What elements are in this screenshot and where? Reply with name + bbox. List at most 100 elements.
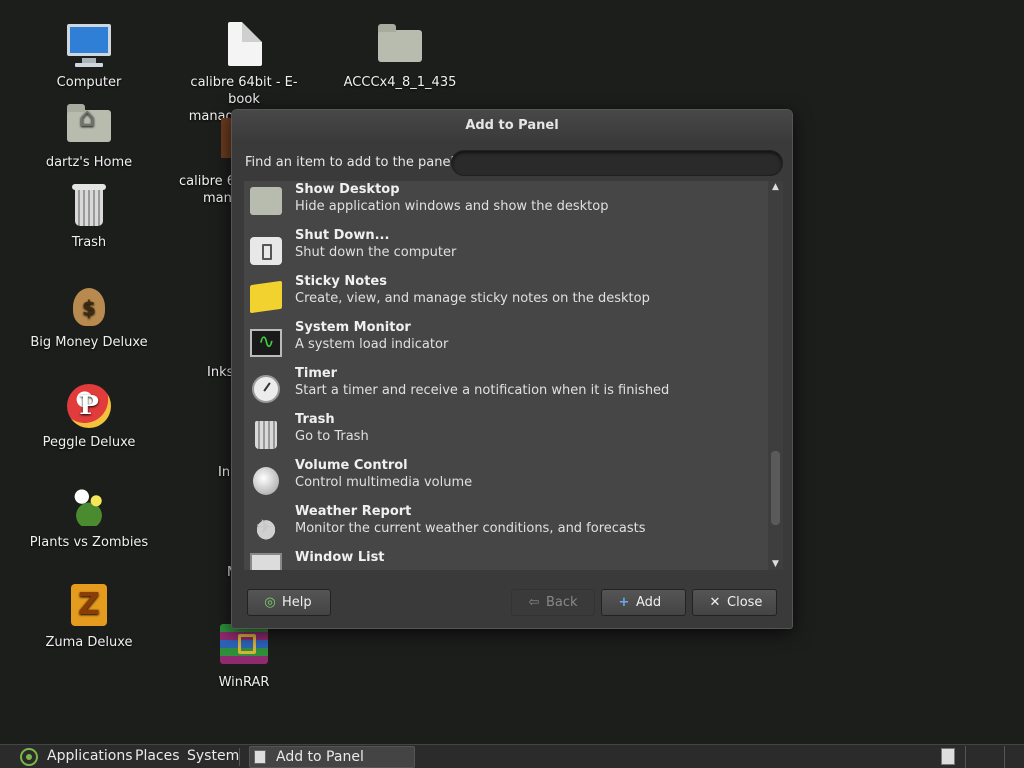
item-description: Control multimedia volume <box>295 475 473 490</box>
panel-separator <box>239 748 241 766</box>
scroll-thumb[interactable] <box>771 451 780 525</box>
item-description: Hide application windows and show the de… <box>295 199 609 214</box>
window-icon <box>254 750 266 764</box>
desktop-icon-plants-vs-zombies[interactable]: Plants vs Zombies <box>24 482 154 551</box>
zuma-icon: Z <box>65 582 113 630</box>
item-description: A system load indicator <box>295 337 449 352</box>
desktop-icon-label: Big Money Deluxe <box>30 335 148 350</box>
desktop-icon-acccx4[interactable]: ACCCx4_8_1_435 <box>335 22 465 91</box>
item-name: Timer <box>295 366 338 381</box>
scroll-down-arrow-icon[interactable]: ▼ <box>768 558 783 570</box>
list-item[interactable]: Trash Go to Trash <box>244 411 768 457</box>
desktop-icon-label: WinRAR <box>218 675 270 690</box>
add-button-label: Add <box>636 595 662 610</box>
workspace-divider <box>965 746 966 768</box>
desktop-icon-partial-m[interactable]: M <box>218 564 238 581</box>
trash-icon <box>255 421 277 449</box>
distro-logo-icon[interactable] <box>20 748 38 766</box>
item-description: Start a timer and receive a notification… <box>295 383 670 398</box>
list-item[interactable]: Shut Down... Shut down the computer <box>244 227 768 273</box>
item-name: Volume Control <box>295 458 408 473</box>
desktop-icon-partial-in[interactable]: In <box>210 464 230 481</box>
window-list-icon <box>250 553 282 570</box>
close-button[interactable]: ✕ Close <box>692 589 777 616</box>
item-name: Trash <box>295 412 335 427</box>
close-button-label: Close <box>727 595 763 610</box>
add-to-panel-dialog: Add to Panel Find an item to add to the … <box>231 109 793 629</box>
desktop-icon-computer[interactable]: Computer <box>24 22 154 91</box>
add-plus-icon: + <box>618 595 630 610</box>
shutdown-icon <box>250 237 282 265</box>
show-desktop-icon[interactable] <box>941 748 955 765</box>
desktop-icon-label: Trash <box>71 235 107 250</box>
system-menu[interactable]: System <box>187 748 239 764</box>
desktop-icon-label: dartz's Home <box>45 155 133 170</box>
desktop-icon-label: Zuma Deluxe <box>45 635 133 650</box>
desktop-icon-label: Plants vs Zombies <box>29 535 149 550</box>
item-description: Monitor the current weather conditions, … <box>295 521 646 536</box>
system-monitor-icon <box>250 329 282 357</box>
close-x-icon: ✕ <box>709 595 721 610</box>
weather-icon <box>250 513 282 541</box>
taskbar-window-label: Add to Panel <box>276 749 364 765</box>
help-lifebuoy-icon: ◎ <box>264 595 276 610</box>
list-scrollbar[interactable]: ▲ ▼ <box>768 181 783 570</box>
list-item[interactable]: Weather Report Monitor the current weath… <box>244 503 768 549</box>
find-label: Find an item to add to the panel: <box>245 155 459 170</box>
desktop-icon-label: ACCCx4_8_1_435 <box>343 75 457 90</box>
sticky-notes-icon <box>250 280 282 314</box>
find-row: Find an item to add to the panel: <box>245 150 783 178</box>
item-name: Show Desktop <box>295 182 400 197</box>
timer-icon <box>252 375 280 403</box>
item-description: Shut down the computer <box>295 245 457 260</box>
desktop-icon-home[interactable]: dartz's Home <box>24 102 154 171</box>
desktop-icon-label: Peggle Deluxe <box>42 435 136 450</box>
add-button[interactable]: + Add <box>601 589 686 616</box>
help-button-label: Help <box>282 595 312 610</box>
list-item[interactable]: Window List <box>244 549 768 570</box>
desktop-icon-inkscape[interactable]: Inks <box>200 364 234 381</box>
item-list[interactable]: Show Desktop Hide application windows an… <box>244 181 783 570</box>
desktop-icon-label: Computer <box>56 75 122 90</box>
list-item[interactable]: Sticky Notes Create, view, and manage st… <box>244 273 768 319</box>
list-item[interactable]: System Monitor A system load indicator <box>244 319 768 365</box>
back-arrow-icon: ⇦ <box>528 595 540 610</box>
desktop-icon-peggle[interactable]: P Peggle Deluxe <box>24 382 154 451</box>
folder-icon <box>376 22 424 70</box>
item-description: Go to Trash <box>295 429 369 444</box>
item-name: Window List <box>295 550 385 565</box>
desktop-icon <box>250 187 282 215</box>
desktop-icon-winrar[interactable]: WinRAR <box>179 622 309 691</box>
item-description: Create, view, and manage sticky notes on… <box>295 291 650 306</box>
peggle-icon: P <box>65 382 113 430</box>
list-item[interactable]: Timer Start a timer and receive a notifi… <box>244 365 768 411</box>
desktop-icon-label: In <box>218 465 231 480</box>
scroll-up-arrow-icon[interactable]: ▲ <box>768 181 783 193</box>
taskbar-window-button[interactable]: Add to Panel <box>249 746 415 768</box>
computer-icon <box>65 22 113 70</box>
item-name: System Monitor <box>295 320 411 335</box>
desktop-icon-big-money[interactable]: $ Big Money Deluxe <box>24 282 154 351</box>
places-menu[interactable]: Places <box>135 748 180 764</box>
home-folder-icon <box>65 102 113 150</box>
list-item[interactable]: Volume Control Control multimedia volume <box>244 457 768 503</box>
trash-icon <box>65 182 113 230</box>
applications-menu[interactable]: Applications <box>47 748 133 764</box>
desktop-icon-zuma[interactable]: Z Zuma Deluxe <box>24 582 154 651</box>
item-name: Weather Report <box>295 504 412 519</box>
desktop-icon-label: Inks <box>207 365 234 380</box>
list-item[interactable]: Show Desktop Hide application windows an… <box>244 181 768 227</box>
back-button-label: Back <box>546 595 578 610</box>
winrar-icon <box>220 622 268 670</box>
money-bag-icon: $ <box>65 282 113 330</box>
back-button[interactable]: ⇦ Back <box>511 589 595 616</box>
dialog-title: Add to Panel <box>232 110 792 142</box>
document-icon <box>220 22 268 70</box>
workspace-divider <box>1004 746 1005 768</box>
plant-icon <box>65 482 113 530</box>
item-name: Sticky Notes <box>295 274 387 289</box>
search-input[interactable] <box>451 150 783 176</box>
help-button[interactable]: ◎ Help <box>247 589 331 616</box>
item-name: Shut Down... <box>295 228 390 243</box>
desktop-icon-trash[interactable]: Trash <box>24 182 154 251</box>
